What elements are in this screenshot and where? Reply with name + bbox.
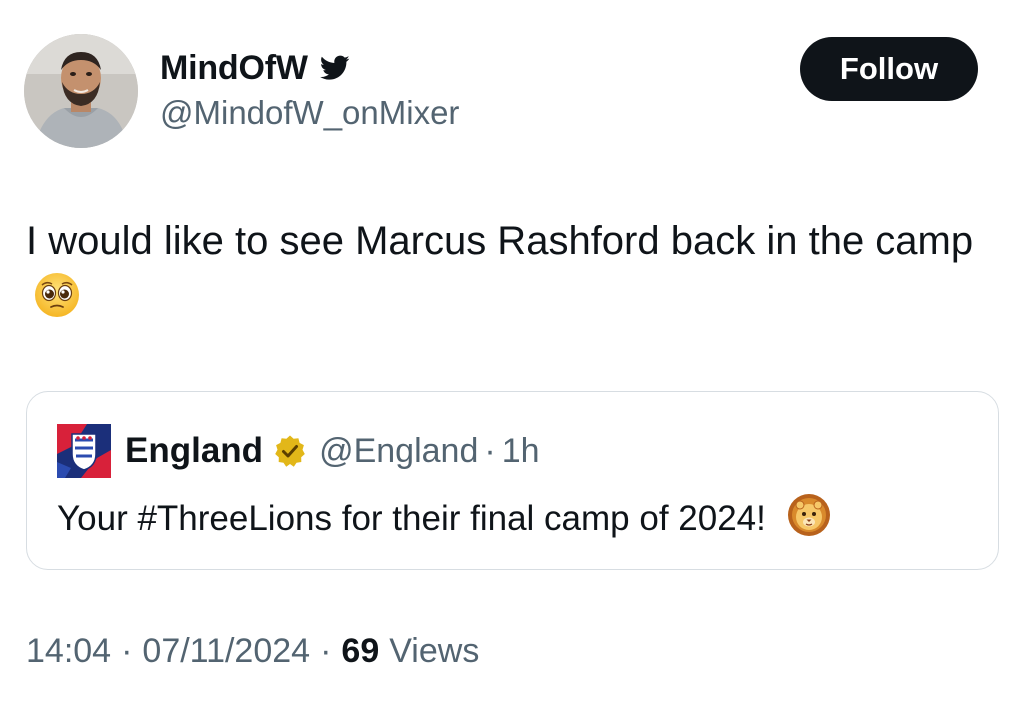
- quoted-timestamp[interactable]: 1h: [502, 432, 540, 471]
- quoted-tweet-card[interactable]: England @England · 1h Your #ThreeLions f…: [26, 391, 999, 570]
- author-avatar-image: [24, 34, 138, 148]
- tweet-time[interactable]: 14:04: [26, 632, 111, 671]
- england-crest-avatar-icon[interactable]: [57, 424, 111, 478]
- follow-button[interactable]: Follow: [800, 37, 978, 101]
- tweet-text: I would like to see Marcus Rashford back…: [26, 219, 974, 263]
- meta-separator: ·: [320, 632, 332, 670]
- quoted-display-name[interactable]: England: [125, 431, 263, 471]
- quoted-tweet-text-block: Your #ThreeLions for their final camp of…: [57, 492, 832, 544]
- author-handle[interactable]: @MindofW_onMixer: [160, 94, 459, 132]
- views-label: Views: [389, 632, 480, 670]
- lion-face-emoji-icon: [786, 492, 832, 538]
- quoted-handle[interactable]: @England: [319, 432, 478, 471]
- pleading-face-emoji-icon: [32, 270, 82, 320]
- views-count: 69: [341, 632, 380, 670]
- author-display-name[interactable]: MindOfW: [160, 49, 308, 88]
- twitter-bird-icon: [319, 55, 350, 81]
- tweet-text-block: I would like to see Marcus Rashford back…: [26, 212, 986, 328]
- tweet-date[interactable]: 07/11/2024: [142, 632, 310, 671]
- tweet-meta: 14:04 · 07/11/2024 · 69 Views: [26, 632, 479, 671]
- gold-verified-badge-icon: [273, 434, 307, 468]
- quoted-separator: ·: [484, 431, 496, 470]
- quoted-tweet-text: Your #ThreeLions for their final camp of…: [57, 499, 766, 538]
- quoted-tweet-header: England @England · 1h: [57, 424, 540, 478]
- author-name-row: MindOfW: [160, 46, 350, 90]
- author-avatar[interactable]: [24, 34, 138, 148]
- meta-separator: ·: [121, 632, 133, 670]
- tweet-card: MindOfW @MindofW_onMixer Follow I would …: [0, 0, 1024, 704]
